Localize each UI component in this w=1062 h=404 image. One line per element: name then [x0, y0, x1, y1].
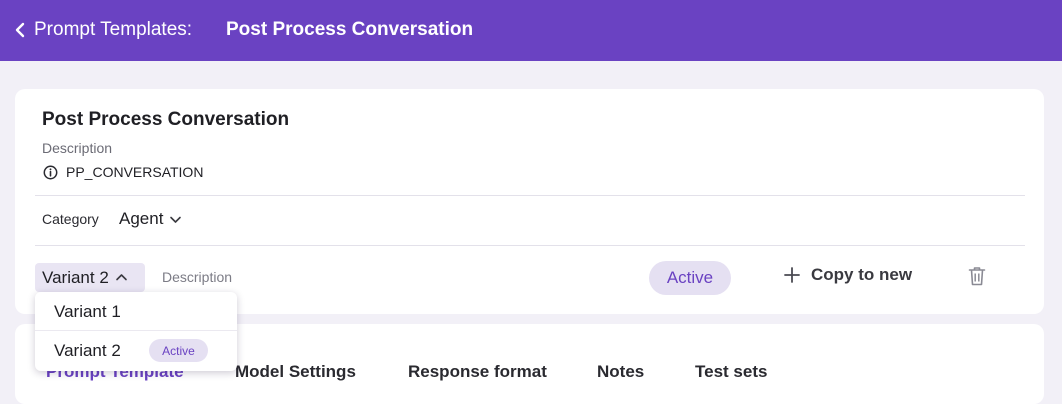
chevron-up-icon — [115, 274, 127, 281]
variant-option[interactable]: Variant 1 — [35, 292, 237, 331]
category-dropdown[interactable]: Agent — [119, 209, 182, 229]
trash-icon[interactable] — [968, 266, 986, 286]
divider — [35, 245, 1025, 246]
active-badge: Active — [149, 339, 208, 362]
info-circle-icon — [43, 165, 58, 180]
page-title: Post Process Conversation — [226, 19, 474, 40]
top-bar: Prompt Templates: Post Process Conversat… — [0, 0, 1062, 61]
variant-option-label: Variant 1 — [54, 301, 121, 321]
category-value: Agent — [119, 209, 164, 228]
variant-value: Variant 2 — [42, 267, 109, 287]
variant-option[interactable]: Variant 2 Active — [35, 331, 237, 370]
copy-to-new-label: Copy to new — [811, 265, 913, 284]
tab-response-format[interactable]: Response format — [408, 362, 547, 382]
template-card: Post Process Conversation Description PP… — [15, 89, 1044, 314]
template-description: Description — [42, 140, 113, 156]
category-label: Category — [42, 211, 99, 227]
chevron-left-icon[interactable] — [12, 21, 28, 39]
variant-menu: Variant 1 Variant 2 Active — [35, 292, 237, 371]
variant-option-label: Variant 2 — [54, 340, 121, 360]
template-key: PP_CONVERSATION — [66, 164, 204, 180]
tab-model-settings[interactable]: Model Settings — [235, 362, 356, 382]
variant-dropdown[interactable]: Variant 2 — [35, 263, 145, 292]
tab-notes[interactable]: Notes — [597, 362, 644, 382]
variant-description-field[interactable]: Description — [162, 269, 232, 285]
copy-to-new-button[interactable]: Copy to new — [783, 265, 912, 285]
tab-test-sets[interactable]: Test sets — [695, 362, 767, 382]
breadcrumb-parent[interactable]: Prompt Templates: — [34, 19, 192, 41]
template-title: Post Process Conversation — [42, 109, 290, 130]
divider — [35, 195, 1025, 196]
status-badge: Active — [649, 261, 731, 295]
chevron-down-icon — [170, 216, 182, 223]
plus-icon — [784, 267, 800, 283]
